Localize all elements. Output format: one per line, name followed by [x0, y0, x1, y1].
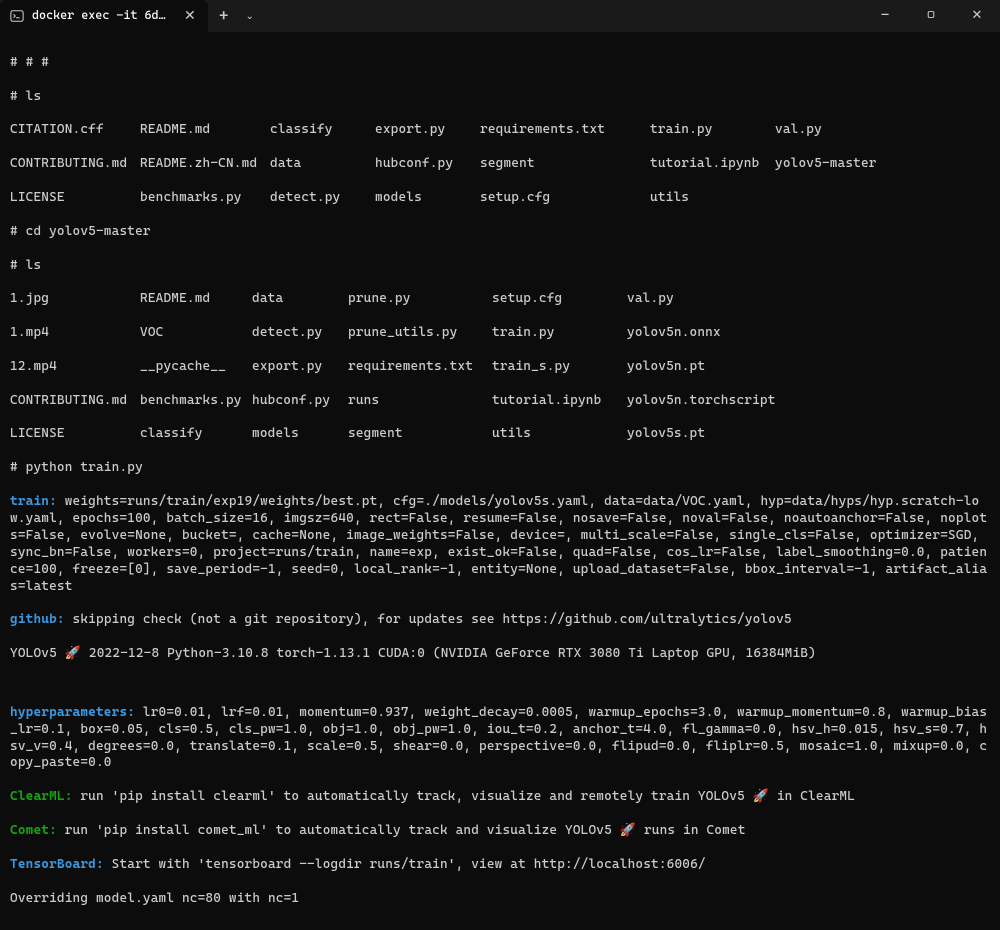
hyperparameters-line: hyperparameters: lr0=0.01, lrf=0.01, mom… — [10, 705, 990, 773]
ls-row: 1.jpgREADME.mddataprune.pysetup.cfgval.p… — [10, 291, 990, 308]
github-line: github: skipping check (not a git reposi… — [10, 612, 990, 629]
terminal-output[interactable]: # # # # ls CITATION.cffREADME.mdclassify… — [0, 32, 1000, 930]
clearml-line: ClearML: run 'pip install clearml' to au… — [10, 789, 990, 806]
train-config: train: weights=runs/train/exp19/weights/… — [10, 494, 990, 595]
ls-row: LICENSEclassifymodelssegmentutilsyolov5s… — [10, 426, 990, 443]
ls-row: CONTRIBUTING.mdbenchmarks.pyhubconf.pyru… — [10, 393, 990, 410]
train-label: train: — [10, 494, 57, 509]
maximize-button[interactable]: ▢ — [908, 0, 954, 32]
comet-line: Comet: run 'pip install comet_ml' to aut… — [10, 823, 990, 840]
close-button[interactable]: ✕ — [954, 0, 1000, 32]
ls-row: 1.mp4VOCdetect.pyprune_utils.pytrain.pyy… — [10, 325, 990, 342]
hyper-label: hyperparameters: — [10, 705, 135, 720]
prompt-line: # cd yolov5-master — [10, 224, 990, 241]
tensorboard-label: TensorBoard: — [10, 857, 104, 872]
github-label: github: — [10, 612, 65, 627]
minimize-button[interactable]: — — [862, 0, 908, 32]
yolo-version: YOLOv5 🚀 2022-12-8 Python-3.10.8 torch-1… — [10, 646, 990, 663]
comet-label: Comet: — [10, 823, 57, 838]
tab-close-icon[interactable]: ✕ — [180, 7, 200, 25]
ls-row: LICENSEbenchmarks.pydetect.pymodelssetup… — [10, 190, 990, 207]
prompt-line: # ls — [10, 89, 990, 106]
titlebar: docker exec -it 6d4db9b8d7a ✕ + ⌄ — ▢ ✕ — [0, 0, 1000, 32]
terminal-icon — [10, 9, 24, 23]
prompt-line: # python train.py — [10, 460, 990, 477]
prompt-line: # ls — [10, 258, 990, 275]
new-tab-button[interactable]: + — [208, 6, 240, 27]
ls-row: CONTRIBUTING.mdREADME.zh-CN.mddatahubcon… — [10, 156, 990, 173]
tab-dropdown-icon[interactable]: ⌄ — [240, 10, 260, 23]
terminal-tab[interactable]: docker exec -it 6d4db9b8d7a ✕ — [0, 0, 208, 32]
tab-title: docker exec -it 6d4db9b8d7a — [32, 8, 172, 24]
prompt-line: # # # — [10, 55, 990, 72]
window-controls: — ▢ ✕ — [862, 0, 1000, 32]
override-line: Overriding model.yaml nc=80 with nc=1 — [10, 891, 990, 908]
ls-row: 12.mp4__pycache__export.pyrequirements.t… — [10, 359, 990, 376]
tensorboard-line: TensorBoard: Start with 'tensorboard --l… — [10, 857, 990, 874]
ls-row: CITATION.cffREADME.mdclassifyexport.pyre… — [10, 122, 990, 139]
clearml-label: ClearML: — [10, 789, 73, 804]
